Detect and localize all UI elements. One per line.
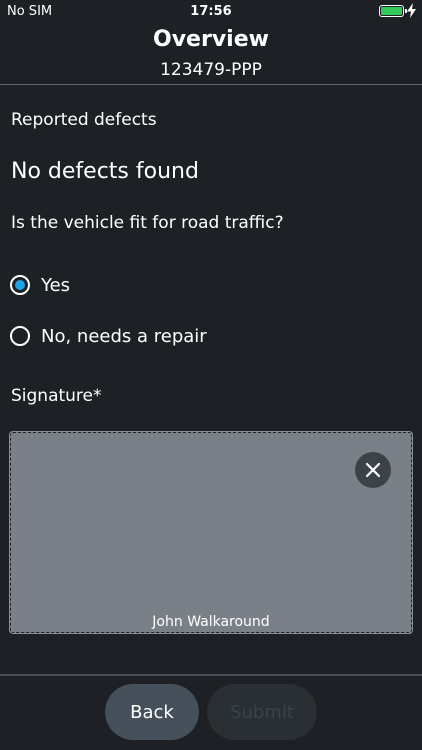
battery-level-fill — [381, 7, 402, 15]
clear-signature-button[interactable] — [355, 452, 391, 488]
signature-label: Signature* — [11, 386, 102, 406]
radio-label-yes: Yes — [41, 274, 71, 296]
header-divider — [0, 84, 422, 85]
nav-header: Overview 123479-PPP — [0, 24, 422, 84]
defects-status: No defects found — [11, 159, 199, 184]
radio-button-selected[interactable] — [10, 275, 30, 295]
radio-label-no: No, needs a repair — [41, 325, 207, 347]
battery-icon — [379, 5, 407, 17]
radio-button-unselected[interactable] — [10, 326, 30, 346]
reported-defects-label: Reported defects — [11, 110, 157, 130]
status-bar: No SIM 17:56 — [0, 0, 422, 24]
signer-name: John Walkaround — [152, 614, 270, 630]
back-button[interactable]: Back — [105, 684, 199, 740]
radio-option-no[interactable]: No, needs a repair — [10, 322, 207, 350]
radio-option-yes[interactable]: Yes — [10, 271, 70, 299]
roadworthy-question: Is the vehicle fit for road traffic? — [11, 213, 284, 233]
submit-button[interactable]: Submit — [207, 684, 317, 740]
footer-divider — [0, 674, 422, 676]
signature-pad[interactable]: John Walkaround — [9, 431, 413, 634]
status-time: 17:56 — [190, 4, 232, 19]
close-icon — [365, 462, 381, 478]
vehicle-id: 123479-PPP — [160, 60, 262, 80]
page-title: Overview — [153, 27, 269, 52]
radio-selected-dot — [15, 280, 25, 290]
bolt-icon — [407, 3, 416, 18]
